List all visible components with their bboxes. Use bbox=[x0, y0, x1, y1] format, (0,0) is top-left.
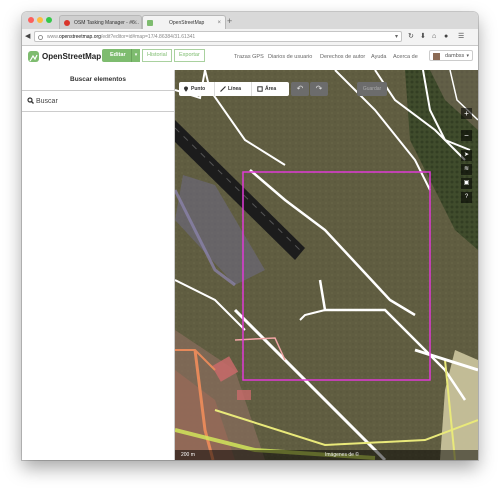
logo-glyph bbox=[29, 54, 38, 62]
url-field[interactable]: www.openstreetmap.org/edit?editor=id#map… bbox=[34, 31, 402, 42]
home-icon[interactable]: ⌂ bbox=[432, 33, 436, 41]
save-button[interactable]: Guardar bbox=[357, 82, 387, 96]
download-icon[interactable]: ⬇ bbox=[420, 33, 426, 41]
zoom-out-button[interactable]: − bbox=[461, 130, 472, 141]
pocket-icon[interactable]: ● bbox=[444, 33, 448, 41]
nav-user-diaries[interactable]: Diarios de usuario bbox=[268, 54, 312, 61]
feature-search bbox=[22, 91, 174, 112]
avatar bbox=[433, 53, 440, 60]
draw-tools: Punto Línea Área bbox=[179, 82, 289, 96]
nav-copyright[interactable]: Derechos de autor bbox=[320, 54, 365, 61]
background-settings-button[interactable]: ≋ bbox=[461, 164, 472, 175]
osm-logo-icon[interactable] bbox=[28, 51, 39, 62]
browser-window: OSM Tasking Manager - #6... × OpenStreet… bbox=[22, 12, 478, 460]
osm-favicon-icon bbox=[147, 20, 153, 26]
add-line-button[interactable]: Línea bbox=[216, 82, 252, 96]
nav-about[interactable]: Acerca de bbox=[393, 54, 418, 61]
back-icon[interactable]: ◀ bbox=[25, 33, 30, 41]
url-prefix: www. bbox=[47, 34, 59, 40]
imagery-attribution[interactable]: Imágenes de © bbox=[325, 451, 359, 459]
tab-close-icon[interactable]: × bbox=[133, 16, 137, 30]
url-domain: openstreetmap.org bbox=[58, 34, 101, 40]
map-canvas[interactable]: Punto Línea Área ↶ ↷ Guardar + − ➤ ≋ ▣ ?… bbox=[175, 70, 478, 460]
undo-icon: ↶ bbox=[296, 84, 304, 93]
sidebar-title: Buscar elementos bbox=[22, 70, 174, 91]
map-data-icon: ▣ bbox=[463, 180, 470, 186]
reload-icon[interactable]: ↻ bbox=[408, 33, 414, 41]
redo-icon: ↷ bbox=[315, 84, 323, 93]
tab-title: OSM Tasking Manager - #6... bbox=[74, 20, 139, 26]
dropdown-arrow-icon[interactable]: ▾ bbox=[395, 32, 398, 41]
username: dambss bbox=[445, 53, 465, 59]
search-input[interactable] bbox=[36, 95, 166, 107]
map-data-button[interactable]: ▣ bbox=[461, 178, 472, 189]
nav-help[interactable]: Ayuda bbox=[371, 54, 387, 61]
url-path: /edit?editor=id#map=17/4.86384/31.61341 bbox=[100, 34, 196, 40]
close-window-button[interactable] bbox=[28, 17, 34, 23]
point-icon bbox=[184, 86, 188, 92]
locate-button[interactable]: ➤ bbox=[461, 150, 472, 161]
area-icon bbox=[257, 86, 263, 92]
help-icon: ? bbox=[464, 194, 469, 200]
redo-button[interactable]: ↷ bbox=[310, 82, 328, 96]
area-label: Área bbox=[265, 86, 277, 92]
browser-titlebar: OSM Tasking Manager - #6... × OpenStreet… bbox=[22, 12, 478, 30]
tab-title: OpenStreetMap bbox=[169, 20, 205, 26]
undo-button[interactable]: ↶ bbox=[291, 82, 309, 96]
line-label: Línea bbox=[228, 86, 242, 92]
add-point-button[interactable]: Punto bbox=[179, 82, 215, 96]
layers-icon: ≋ bbox=[463, 166, 470, 172]
address-bar: ◀ www.openstreetmap.org/edit?editor=id#m… bbox=[22, 29, 478, 46]
history-button[interactable]: Historial bbox=[142, 49, 172, 62]
tab-tasking-manager[interactable]: OSM Tasking Manager - #6... × bbox=[59, 15, 142, 29]
nav-gps-traces[interactable]: Trazas GPS bbox=[234, 54, 264, 61]
point-label: Punto bbox=[191, 86, 206, 92]
search-icon bbox=[27, 97, 34, 104]
osm-header: OpenStreetMap Editar ▾ Historial Exporta… bbox=[22, 46, 478, 71]
sidebar: Buscar elementos bbox=[22, 70, 175, 460]
globe-icon bbox=[38, 35, 43, 40]
new-tab-button[interactable]: + bbox=[227, 15, 232, 27]
edit-button[interactable]: Editar bbox=[102, 49, 134, 62]
add-area-button[interactable]: Área bbox=[253, 82, 289, 96]
user-caret-icon: ▾ bbox=[466, 53, 469, 59]
edit-dropdown-icon[interactable]: ▾ bbox=[131, 49, 140, 62]
brand-name[interactable]: OpenStreetMap bbox=[42, 50, 101, 64]
tab-openstreetmap[interactable]: OpenStreetMap × bbox=[142, 15, 226, 29]
satellite-imagery bbox=[175, 70, 478, 460]
zoom-in-button[interactable]: + bbox=[461, 108, 472, 119]
minimize-window-button[interactable] bbox=[37, 17, 43, 23]
export-button[interactable]: Exportar bbox=[174, 49, 205, 62]
locate-icon: ➤ bbox=[463, 152, 470, 158]
maximize-window-button[interactable] bbox=[46, 17, 52, 23]
user-menu[interactable]: dambss ▾ bbox=[429, 50, 473, 61]
help-button[interactable]: ? bbox=[461, 192, 472, 203]
line-icon bbox=[220, 86, 226, 92]
tab-close-icon[interactable]: × bbox=[217, 16, 221, 30]
tasking-manager-favicon-icon bbox=[64, 20, 70, 26]
scale-bar: 200 m bbox=[181, 452, 195, 458]
map-footer: 200 m Imágenes de © bbox=[175, 450, 478, 460]
menu-icon[interactable]: ☰ bbox=[458, 33, 464, 41]
